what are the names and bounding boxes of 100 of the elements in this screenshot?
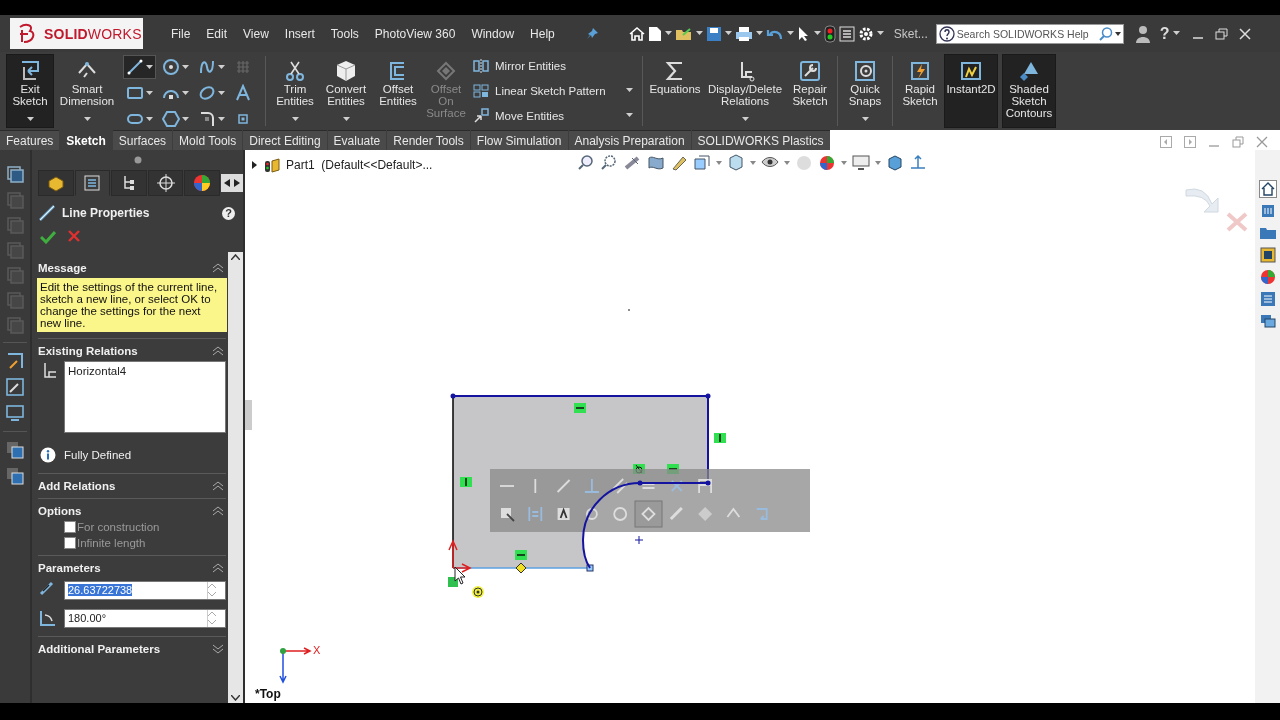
menu-item[interactable]: View bbox=[235, 26, 277, 41]
ribbon-button[interactable]: Display/Delete Relations bbox=[704, 54, 786, 128]
ribbon-button[interactable]: Linear Sketch Pattern bbox=[473, 83, 633, 99]
cube-icon[interactable] bbox=[727, 154, 745, 172]
vertical-relation-icon[interactable] bbox=[460, 477, 472, 487]
pencil-icon[interactable] bbox=[670, 154, 688, 172]
bracket-icon[interactable] bbox=[698, 479, 712, 494]
search-field[interactable]: Search SOLIDWORKS Help bbox=[935, 23, 1124, 44]
windows-icon[interactable] bbox=[1258, 312, 1277, 330]
horizontal-relation-icon[interactable] bbox=[515, 550, 527, 560]
collapse-icon[interactable] bbox=[212, 263, 224, 273]
color-ball-icon[interactable] bbox=[818, 154, 836, 172]
tab[interactable]: SOLIDWORKS Plastics bbox=[691, 130, 830, 150]
sketch-point[interactable] bbox=[637, 480, 643, 486]
ribbon-button[interactable]: Offset Entities bbox=[375, 54, 421, 128]
caret-icon[interactable] bbox=[695, 31, 703, 36]
box-icon[interactable] bbox=[693, 154, 711, 172]
highlighted-tool[interactable] bbox=[634, 500, 663, 528]
collapse-icon[interactable] bbox=[212, 563, 224, 573]
zoom-area-icon[interactable] bbox=[601, 154, 619, 172]
drag-handle-icon[interactable] bbox=[133, 156, 142, 164]
traffic-light-icon[interactable] bbox=[823, 24, 836, 43]
caret-icon[interactable] bbox=[342, 117, 350, 122]
monitor-icon[interactable] bbox=[852, 154, 870, 172]
splitter-handle[interactable] bbox=[245, 400, 252, 430]
gear-icon[interactable] bbox=[857, 25, 874, 42]
caret-icon[interactable] bbox=[755, 31, 763, 36]
home-icon[interactable] bbox=[1258, 180, 1277, 198]
sketch-tool-button[interactable] bbox=[160, 56, 191, 78]
panel-tab[interactable] bbox=[74, 170, 111, 196]
ribbon-button[interactable]: Mirror Entities bbox=[473, 58, 633, 75]
color-ball-icon[interactable] bbox=[1258, 268, 1277, 286]
ribbon-button[interactable]: Move Entities bbox=[473, 107, 633, 124]
menu-item[interactable]: Window bbox=[463, 26, 523, 41]
menu-item[interactable]: File bbox=[163, 26, 199, 41]
sketch-arc[interactable] bbox=[582, 482, 641, 569]
panel-tab[interactable] bbox=[147, 170, 184, 196]
expand-arrow-icon[interactable] bbox=[251, 161, 258, 169]
caret-icon[interactable] bbox=[876, 31, 884, 36]
caret-icon[interactable] bbox=[1172, 31, 1180, 36]
tab[interactable]: Surfaces bbox=[112, 130, 173, 150]
monitor-icon[interactable] bbox=[5, 403, 25, 423]
sketch-icon[interactable] bbox=[5, 351, 25, 371]
collapse-icon[interactable] bbox=[212, 346, 224, 356]
tab[interactable]: Mold Tools bbox=[173, 130, 243, 150]
endpoint-handle[interactable] bbox=[586, 564, 594, 572]
ribbon-button[interactable]: Quick Snaps bbox=[845, 54, 885, 128]
fix-icon[interactable] bbox=[670, 480, 683, 492]
sketch-point[interactable] bbox=[705, 393, 711, 399]
circle-icon[interactable] bbox=[586, 508, 598, 520]
cancel-icon[interactable] bbox=[68, 230, 80, 242]
sketch-point[interactable] bbox=[450, 393, 456, 399]
menu-item[interactable]: Tools bbox=[322, 26, 367, 41]
ribbon-button[interactable]: Repair Sketch bbox=[790, 54, 830, 128]
library-icon[interactable] bbox=[1258, 246, 1277, 264]
panel-tab[interactable] bbox=[38, 170, 74, 196]
ribbon-button[interactable]: Shaded Sketch Contours bbox=[1002, 54, 1056, 128]
caret-icon[interactable] bbox=[83, 117, 91, 122]
printer-icon[interactable] bbox=[734, 25, 753, 42]
scroll-right-icon[interactable] bbox=[233, 179, 240, 187]
vertical-relation-icon[interactable] bbox=[714, 433, 726, 443]
collapse-icon[interactable] bbox=[212, 506, 224, 516]
menu-item[interactable]: Help bbox=[522, 26, 563, 41]
list-item[interactable]: Horizontal4 bbox=[68, 365, 222, 377]
tree-item[interactable]: Part1 (Default<<Default>... bbox=[286, 158, 433, 172]
ribbon-button[interactable]: Instant2D bbox=[944, 54, 998, 128]
list-icon[interactable] bbox=[1258, 290, 1277, 308]
panel-tab[interactable] bbox=[111, 170, 147, 196]
user-icon[interactable] bbox=[1135, 24, 1150, 43]
ribbon-button[interactable]: Rapid Sketch bbox=[900, 54, 940, 128]
panel-tab[interactable] bbox=[184, 170, 220, 196]
relations-list[interactable]: Horizontal4 bbox=[64, 361, 226, 433]
tab[interactable]: Flow Simulation bbox=[470, 130, 568, 150]
ribbon-button[interactable]: Trim Entities bbox=[273, 54, 317, 128]
pin-icon[interactable] bbox=[584, 26, 599, 41]
help-button[interactable]: ? bbox=[222, 206, 235, 220]
ribbon-button[interactable]: Exit Sketch bbox=[6, 54, 54, 128]
tab[interactable]: Features bbox=[0, 130, 60, 150]
tab[interactable]: Evaluate bbox=[327, 130, 387, 150]
scroll-up-icon[interactable] bbox=[231, 254, 240, 260]
ok-icon[interactable] bbox=[40, 230, 56, 244]
caret-icon[interactable] bbox=[786, 31, 794, 36]
tab[interactable]: Render Tools bbox=[387, 130, 470, 150]
caret-icon[interactable] bbox=[813, 31, 821, 36]
wrench-icon[interactable] bbox=[5, 377, 25, 397]
caret-icon[interactable] bbox=[291, 117, 299, 122]
select-icon[interactable] bbox=[501, 508, 515, 522]
folder-icon[interactable] bbox=[674, 25, 693, 42]
menu-item[interactable]: PhotoView 360 bbox=[366, 26, 464, 41]
caret-icon[interactable] bbox=[861, 117, 869, 122]
axis-icon[interactable] bbox=[909, 154, 927, 172]
view-cube-icon[interactable] bbox=[5, 164, 25, 184]
sketch-tool-button[interactable] bbox=[124, 56, 155, 78]
caret-icon[interactable] bbox=[741, 117, 749, 122]
tab[interactable]: Analysis Preparation bbox=[568, 130, 691, 150]
parallel-icon[interactable] bbox=[612, 478, 629, 494]
caret-icon[interactable] bbox=[1114, 31, 1121, 36]
ribbon-button[interactable]: Smart Dimension bbox=[58, 54, 116, 128]
menu-item[interactable]: Edit bbox=[198, 26, 236, 41]
caret-icon[interactable] bbox=[664, 31, 672, 36]
